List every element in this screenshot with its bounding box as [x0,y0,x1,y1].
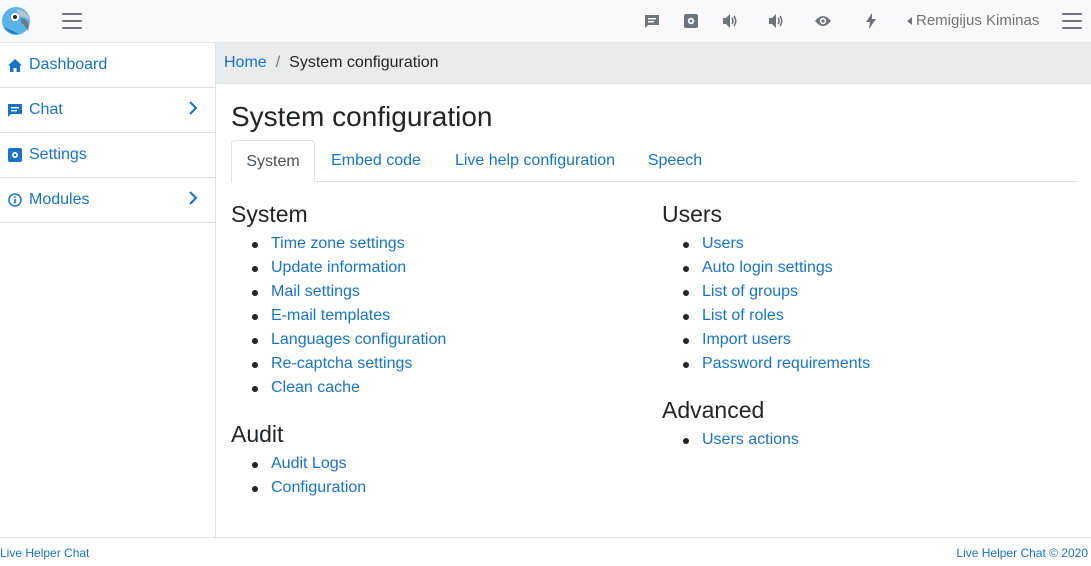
chevron-right-icon[interactable] [188,101,198,115]
breadcrumb: Home / System configuration [216,43,1091,84]
sidebar-item-settings[interactable]: Settings [0,133,215,178]
list-item: E-mail templates [251,304,446,328]
section-title: Advanced [662,397,765,423]
user-menu[interactable]: Remigijus Kiminas [907,12,1039,29]
tab-embed-code[interactable]: Embed code [315,140,437,182]
user-name: Remigijus Kiminas [916,12,1040,29]
chat-icon[interactable] [643,12,661,30]
import-users-link[interactable]: Import users [702,331,791,348]
list-of-roles-link[interactable]: List of roles [702,307,784,324]
audit-logs-link[interactable]: Audit Logs [271,455,347,472]
menu-icon[interactable] [62,13,82,29]
users-link[interactable]: Users [702,235,744,252]
settings-icon[interactable] [682,12,700,30]
sound-icon-2[interactable] [767,12,785,30]
sidebar-item-label: Settings [29,146,87,163]
section-audit: Audit Audit Logs Configuration [231,421,366,500]
sidebar: Dashboard Chat Settings Modules [0,43,216,537]
breadcrumb-current: System configuration [289,54,439,71]
auto-login-settings-link[interactable]: Auto login settings [702,259,833,276]
list-item: Re-captcha settings [251,352,446,376]
sidebar-item-label: Dashboard [29,56,108,73]
menu-icon-right[interactable] [1062,13,1082,29]
list-item: Time zone settings [251,232,446,256]
sidebar-item-label: Chat [29,101,63,118]
chevron-right-icon[interactable] [188,191,198,205]
eye-icon[interactable] [814,12,832,30]
recaptcha-settings-link[interactable]: Re-captcha settings [271,355,412,372]
list-item: Import users [682,328,870,352]
section-system: System Time zone settings Update informa… [231,201,446,400]
sound-icon[interactable] [721,12,739,30]
sidebar-item-chat[interactable]: Chat [0,88,215,133]
link-list: Users Auto login settings List of groups… [662,232,870,376]
home-icon [8,58,22,72]
time-zone-settings-link[interactable]: Time zone settings [271,235,405,252]
list-item: Configuration [251,476,366,500]
settings-icon [8,148,22,162]
footer: Live Helper Chat Live Helper Chat © 2020 [0,537,1091,566]
update-information-link[interactable]: Update information [271,259,406,276]
flash-icon[interactable] [862,12,880,30]
tab-speech[interactable]: Speech [633,140,717,182]
chat-icon [8,103,22,117]
list-item: List of roles [682,304,870,328]
list-item: Languages configuration [251,328,446,352]
page-title: System configuration [231,101,493,132]
languages-configuration-link[interactable]: Languages configuration [271,331,446,348]
audit-configuration-link[interactable]: Configuration [271,479,366,496]
caret-left-icon [907,16,912,25]
list-item: Clean cache [251,376,446,400]
footer-left-link[interactable]: Live Helper Chat [0,546,89,560]
link-list: Users actions [662,428,799,452]
tabs: System Embed code Live help configuratio… [231,140,1078,183]
section-title: Users [662,201,723,227]
list-of-groups-link[interactable]: List of groups [702,283,798,300]
clean-cache-link[interactable]: Clean cache [271,379,360,396]
tab-system[interactable]: System [231,140,315,183]
list-item: Users [682,232,870,256]
list-item: Password requirements [682,352,870,376]
users-actions-link[interactable]: Users actions [702,431,799,448]
footer-copyright-link[interactable]: Live Helper Chat © 2020 [956,546,1088,560]
sidebar-item-dashboard[interactable]: Dashboard [0,43,215,88]
info-icon [8,193,22,207]
list-item: List of groups [682,280,870,304]
tab-live-help-configuration[interactable]: Live help configuration [437,140,633,182]
link-list: Time zone settings Update information Ma… [231,232,446,400]
email-templates-link[interactable]: E-mail templates [271,307,390,324]
list-item: Audit Logs [251,452,366,476]
breadcrumb-separator: / [275,54,281,71]
section-title: Audit [231,421,284,447]
list-item: Auto login settings [682,256,870,280]
logo-parrot-icon[interactable] [1,5,33,37]
list-item: Mail settings [251,280,446,304]
list-item: Users actions [683,428,799,452]
section-users: Users Users Auto login settings List of … [662,201,870,376]
sidebar-item-label: Modules [29,191,90,208]
section-title: System [231,201,308,227]
mail-settings-link[interactable]: Mail settings [271,283,360,300]
breadcrumb-home-link[interactable]: Home [224,54,267,72]
sidebar-item-modules[interactable]: Modules [0,178,215,223]
password-requirements-link[interactable]: Password requirements [702,355,870,372]
link-list: Audit Logs Configuration [231,452,366,500]
top-navbar: Remigijus Kiminas [0,0,1091,43]
section-advanced: Advanced Users actions [662,397,799,452]
list-item: Update information [251,256,446,280]
